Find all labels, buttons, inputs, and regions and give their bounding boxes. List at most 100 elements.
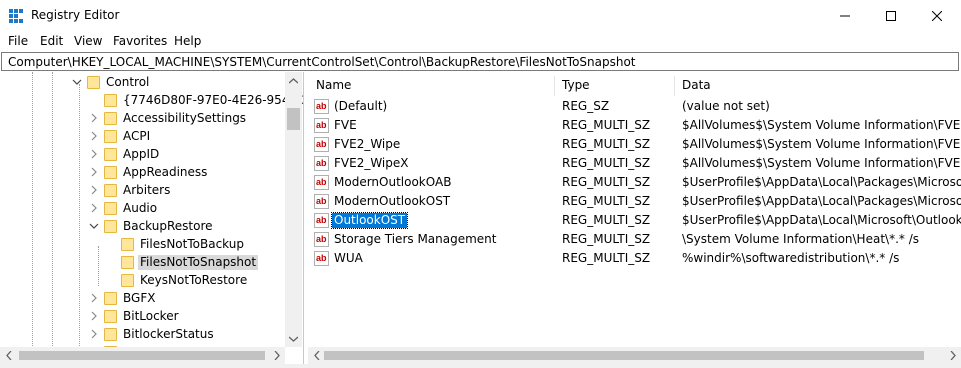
ab-string-icon: ab (314, 137, 329, 152)
chevron-down-icon[interactable] (89, 221, 99, 231)
value-type: REG_MULTI_SZ (562, 194, 651, 208)
tree-item-label: BitLocker (123, 309, 179, 323)
folder-icon (104, 184, 117, 197)
folder-icon (104, 310, 117, 323)
value-name: Storage Tiers Management (334, 232, 497, 246)
folder-icon (121, 256, 134, 269)
chevron-right-icon[interactable] (89, 311, 99, 321)
chevron-right-icon[interactable] (89, 167, 99, 177)
menu-edit[interactable]: Edit (40, 34, 63, 48)
scroll-left-arrow-icon[interactable] (308, 347, 325, 364)
value-data: $AllVolumes$\System Volume Information\F… (682, 118, 961, 132)
value-type: REG_MULTI_SZ (562, 137, 651, 151)
value-name: ModernOutlookOAB (334, 175, 452, 189)
scroll-down-arrow-icon[interactable] (285, 330, 302, 347)
menu-favorites[interactable]: Favorites (113, 34, 167, 48)
folder-icon (104, 166, 117, 179)
column-divider[interactable] (554, 76, 555, 96)
scroll-right-arrow-icon[interactable] (268, 347, 285, 364)
tree-item-keysnottorestore[interactable]: KeysNotToRestore (0, 272, 285, 290)
chevron-right-icon[interactable] (89, 293, 99, 303)
folder-icon (121, 274, 134, 287)
folder-icon (104, 130, 117, 143)
value-row-selected[interactable]: ab OutlookOST REG_MULTI_SZ $UserProfile$… (308, 211, 961, 230)
scroll-up-arrow-icon[interactable] (285, 72, 302, 89)
key-tree-pane[interactable]: Control {7746D80F-97E0-4E26-9543-26B Acc… (0, 72, 304, 368)
close-button[interactable] (914, 0, 960, 31)
folder-icon (121, 238, 134, 251)
tree-item-label: FilesNotToBackup (140, 237, 244, 251)
values-horizontal-scroll-thumb[interactable] (324, 351, 924, 360)
value-row[interactable]: ab Storage Tiers Management REG_MULTI_SZ… (308, 230, 961, 249)
menu-help[interactable]: Help (174, 34, 201, 48)
column-divider[interactable] (674, 76, 675, 96)
minimize-button[interactable] (822, 0, 868, 31)
chevron-right-icon[interactable] (89, 329, 99, 339)
title-bar: Registry Editor (0, 0, 961, 31)
value-name: ModernOutlookOST (334, 194, 451, 208)
tree-item-accessibilitysettings[interactable]: AccessibilitySettings (0, 110, 285, 128)
value-row[interactable]: ab ModernOutlookOAB REG_MULTI_SZ $UserPr… (308, 173, 961, 192)
folder-icon (104, 94, 117, 107)
tree-item-label: Arbiters (123, 183, 171, 197)
value-type: REG_MULTI_SZ (562, 213, 651, 227)
menu-view[interactable]: View (74, 34, 102, 48)
value-type: REG_MULTI_SZ (562, 251, 651, 265)
address-path: Computer\HKEY_LOCAL_MACHINE\SYSTEM\Curre… (8, 55, 636, 69)
chevron-right-icon[interactable] (89, 131, 99, 141)
value-data: $UserProfile$\AppData\Local\Microsoft\Ou… (682, 213, 961, 227)
maximize-button[interactable] (868, 0, 914, 31)
column-header-type[interactable]: Type (562, 78, 590, 92)
value-row[interactable]: ab FVE2_Wipe REG_MULTI_SZ $AllVolumes$\S… (308, 135, 961, 154)
chevron-right-icon[interactable] (89, 113, 99, 123)
tree-item-arbiters[interactable]: Arbiters (0, 182, 285, 200)
tree-item-control[interactable]: Control (0, 74, 285, 92)
tree-item-filesnottobackup[interactable]: FilesNotToBackup (0, 236, 285, 254)
tree-vertical-scroll-thumb[interactable] (287, 108, 300, 130)
value-type: REG_MULTI_SZ (562, 175, 651, 189)
scroll-right-arrow-icon[interactable] (944, 347, 961, 364)
ab-string-icon: ab (314, 194, 329, 209)
tree-horizontal-scroll-thumb[interactable] (19, 351, 265, 360)
ab-string-icon: ab (314, 232, 329, 247)
tree-item-bitlocker[interactable]: BitLocker (0, 308, 285, 326)
value-name: FVE2_Wipe (334, 137, 401, 151)
chevron-down-icon[interactable] (72, 77, 82, 87)
tree-item-label: Audio (123, 201, 158, 215)
tree-item-appid[interactable]: AppID (0, 146, 285, 164)
folder-icon (104, 328, 117, 341)
tree-item-acpi[interactable]: ACPI (0, 128, 285, 146)
value-row[interactable]: ab FVE REG_MULTI_SZ $AllVolumes$\System … (308, 116, 961, 135)
tree-item-filesnottosnapshot[interactable]: FilesNotToSnapshot (0, 254, 285, 272)
tree-item-audio[interactable]: Audio (0, 200, 285, 218)
tree-item-bitlockerstatus[interactable]: BitlockerStatus (0, 326, 285, 344)
chevron-right-icon[interactable] (89, 149, 99, 159)
chevron-right-icon[interactable] (89, 185, 99, 195)
tree-item-label: ACPI (123, 129, 151, 143)
values-list-pane[interactable]: Name Type Data ab (Default) REG_SZ (valu… (308, 72, 961, 368)
value-data: $UserProfile$\AppData\Local\Packages\Mic… (682, 194, 961, 208)
status-strip (0, 364, 961, 368)
column-header-data[interactable]: Data (682, 78, 711, 92)
scroll-left-arrow-icon[interactable] (0, 347, 17, 364)
value-type: REG_MULTI_SZ (562, 232, 651, 246)
column-header-name[interactable]: Name (316, 78, 351, 92)
menu-file[interactable]: File (8, 34, 28, 48)
value-row[interactable]: ab FVE2_WipeX REG_MULTI_SZ $AllVolumes$\… (308, 154, 961, 173)
value-row[interactable]: ab ModernOutlookOST REG_MULTI_SZ $UserPr… (308, 192, 961, 211)
value-data: %windir%\softwaredistribution\*.* /s (682, 251, 900, 265)
tree-item-backuprestore[interactable]: BackupRestore (0, 218, 285, 236)
tree-item-appreadiness[interactable]: AppReadiness (0, 164, 285, 182)
value-data: $AllVolumes$\System Volume Information\F… (682, 137, 961, 151)
value-row[interactable]: ab (Default) REG_SZ (value not set) (308, 97, 961, 116)
tree-item-guid-key[interactable]: {7746D80F-97E0-4E26-9543-26B (0, 92, 303, 110)
chevron-right-icon[interactable] (89, 203, 99, 213)
value-name: FVE2_WipeX (334, 156, 409, 170)
ab-string-icon: ab (314, 118, 329, 133)
tree-item-bgfx[interactable]: BGFX (0, 290, 285, 308)
window-title: Registry Editor (31, 8, 120, 22)
address-bar[interactable]: Computer\HKEY_LOCAL_MACHINE\SYSTEM\Curre… (1, 52, 959, 71)
registry-editor-app-icon (9, 9, 23, 23)
tree-item-label: Control (106, 75, 150, 89)
value-row[interactable]: ab WUA REG_MULTI_SZ %windir%\softwaredis… (308, 249, 961, 268)
